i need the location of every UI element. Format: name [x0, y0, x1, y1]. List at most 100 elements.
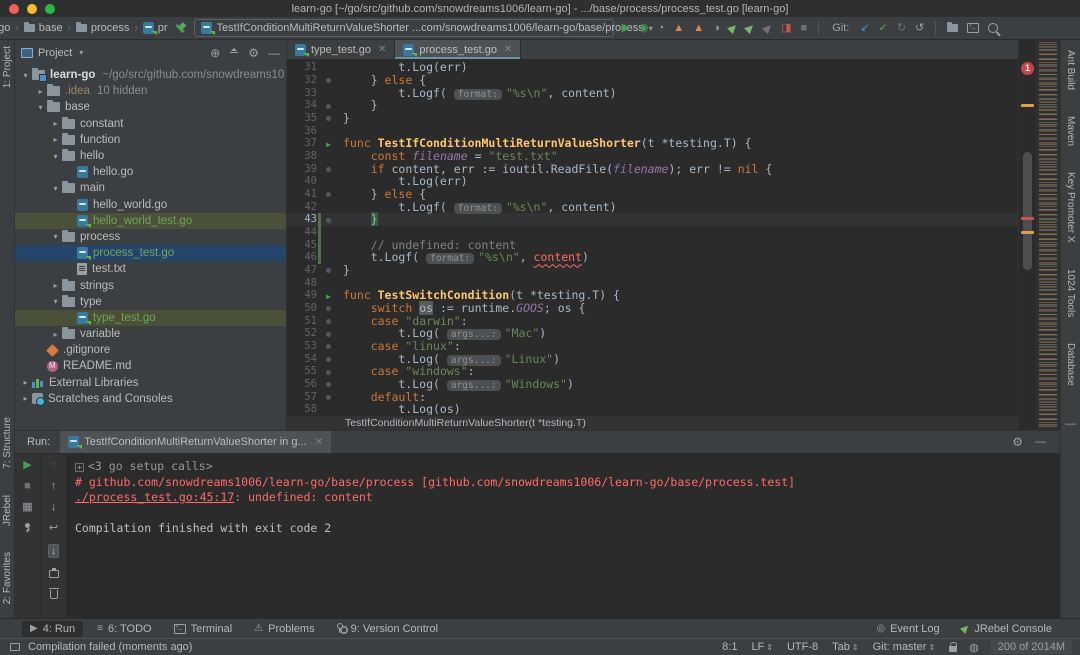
run-test-icon[interactable]: ▶: [326, 140, 331, 149]
filter-icon[interactable]: ◌: [50, 460, 57, 471]
toolwindow-toggle-icon[interactable]: [10, 643, 20, 651]
toolwindow-button-ant-build[interactable]: Ant Build: [1065, 50, 1076, 90]
tree-item[interactable]: ▾base: [15, 99, 286, 115]
breadcrumb-item[interactable]: learn-go: [0, 22, 10, 34]
project-view-selector[interactable]: Project ▾: [21, 47, 83, 59]
code-line[interactable]: 58 t.Log(os): [287, 403, 1018, 415]
jrebel-run-icon[interactable]: ▶: [726, 21, 740, 35]
chevron-down-icon[interactable]: ▾: [19, 71, 32, 80]
zoom-window-button[interactable]: [45, 4, 55, 14]
code-line[interactable]: 49▶func TestSwitchCondition(t *testing.T…: [287, 289, 1018, 302]
fold-marker-icon[interactable]: [326, 319, 331, 324]
tree-item[interactable]: ▸variable: [15, 326, 286, 342]
minimize-window-button[interactable]: [27, 4, 37, 14]
code-line[interactable]: 47}: [287, 264, 1018, 277]
run-test-icon[interactable]: ▶: [326, 292, 331, 301]
status-widget[interactable]: 8:1: [722, 641, 737, 653]
stop-icon[interactable]: ■: [801, 23, 808, 34]
hide-toolwindow-icon[interactable]: —: [268, 46, 280, 60]
tree-item[interactable]: type_test.go: [15, 310, 286, 326]
fold-marker-icon[interactable]: [326, 344, 331, 349]
alloc-profiler-icon[interactable]: ▲: [693, 23, 704, 34]
toolwindow-button-terminal[interactable]: Terminal: [166, 621, 241, 637]
toolwindow-button-key-promoter-x[interactable]: Key Promoter X: [1065, 172, 1076, 243]
code-line[interactable]: 45 // undefined: content: [287, 238, 1018, 251]
stop-icon[interactable]: ■: [24, 481, 31, 492]
run-icon[interactable]: ▶: [622, 23, 630, 34]
code-line[interactable]: 44: [287, 226, 1018, 239]
fold-icon[interactable]: +: [75, 463, 84, 472]
fold-marker-icon[interactable]: [326, 167, 331, 172]
code-line[interactable]: 46 t.Logf( format:"%s\n", content): [287, 251, 1018, 264]
code-editor[interactable]: 31 t.Log(err)32 } else {33 t.Logf( forma…: [287, 60, 1018, 415]
fold-marker-icon[interactable]: [326, 268, 331, 273]
error-stripe[interactable]: 1: [1018, 40, 1036, 430]
run-anything-icon[interactable]: [967, 23, 979, 33]
toolwindow-button-problems[interactable]: ⚠Problems: [246, 621, 322, 637]
chevron-right-icon[interactable]: ▸: [49, 330, 62, 339]
file-link[interactable]: ./process_test.go:45:17: [75, 490, 234, 504]
gear-icon[interactable]: ⚙: [1012, 435, 1023, 449]
chevron-down-icon[interactable]: ▾: [49, 184, 62, 193]
tree-item[interactable]: .gitignore: [15, 342, 286, 358]
code-line[interactable]: 43 }: [287, 213, 1018, 226]
tree-item[interactable]: process_test.go: [15, 245, 286, 261]
run-tab[interactable]: TestIfConditionMultiReturnValueShorter i…: [60, 431, 331, 453]
rerun-failed-icon[interactable]: ◨: [781, 23, 791, 34]
restore-layout-icon[interactable]: ▦: [22, 502, 32, 513]
editor-scrollbar[interactable]: [1023, 152, 1032, 270]
tree-item[interactable]: ▸.idea10 hidden: [15, 83, 286, 99]
close-window-button[interactable]: [9, 4, 19, 14]
pin-icon[interactable]: [23, 523, 32, 532]
toolwindow-button-4-run[interactable]: ▶4: Run: [22, 621, 83, 637]
code-line[interactable]: 37▶func TestIfConditionMultiReturnValueS…: [287, 137, 1018, 150]
code-line[interactable]: 54 t.Log( args...:"Linux"): [287, 352, 1018, 365]
stripe-mark[interactable]: [1021, 104, 1034, 107]
git-update-icon[interactable]: ↙: [860, 23, 869, 34]
down-stack-icon[interactable]: ↓: [51, 502, 57, 513]
code-line[interactable]: 33 t.Logf( format:"%s\n", content): [287, 86, 1018, 99]
toolwindow-button-jrebel-console[interactable]: ▶JRebel Console: [954, 621, 1060, 637]
code-line[interactable]: 32 } else {: [287, 74, 1018, 87]
fold-marker-icon[interactable]: [326, 218, 331, 223]
status-widget[interactable]: LF⇕: [751, 641, 773, 653]
breadcrumb-item[interactable]: process: [76, 22, 130, 34]
status-message[interactable]: Compilation failed (moments ago): [28, 641, 192, 653]
print-icon[interactable]: [49, 570, 59, 578]
toolwindow-button-7-structure[interactable]: 7: Structure: [2, 417, 13, 469]
code-line[interactable]: 52 t.Log( args...:"Mac"): [287, 327, 1018, 340]
editor-tab[interactable]: process_test.go✕: [395, 40, 521, 59]
fold-marker-icon[interactable]: [326, 306, 331, 311]
tree-item[interactable]: ▾main: [15, 180, 286, 196]
scroll-to-end-icon[interactable]: ↓: [48, 544, 60, 558]
close-icon[interactable]: ✕: [504, 44, 512, 55]
chevron-right-icon[interactable]: ▸: [49, 281, 62, 290]
jrebel-remote-icon[interactable]: ▶: [761, 21, 775, 35]
code-line[interactable]: 41 } else {: [287, 188, 1018, 201]
fold-marker-icon[interactable]: [326, 370, 331, 375]
code-minimap[interactable]: [1036, 40, 1060, 430]
fold-marker-icon[interactable]: [326, 332, 331, 337]
git-commit-icon[interactable]: ✓: [879, 23, 888, 34]
memory-indicator[interactable]: 200 of 2014M: [991, 640, 1072, 654]
chevron-right-icon[interactable]: ▸: [34, 87, 47, 96]
code-line[interactable]: 56 t.Log( args...:"Windows"): [287, 378, 1018, 391]
git-history-icon[interactable]: ↻: [897, 23, 906, 34]
code-line[interactable]: 53 case "linux":: [287, 340, 1018, 353]
jrebel-debug-icon[interactable]: ▶: [744, 21, 758, 35]
gear-icon[interactable]: ⚙: [248, 46, 259, 60]
code-line[interactable]: 34 }: [287, 99, 1018, 112]
hide-toolwindow-icon[interactable]: —: [1035, 436, 1046, 448]
tree-item[interactable]: ▸Scratches and Consoles: [15, 391, 286, 407]
chevron-down-icon[interactable]: ▾: [34, 103, 47, 112]
minimized-toolwindow-icon[interactable]: —: [1065, 418, 1076, 430]
tree-item[interactable]: ▸constant: [15, 116, 286, 132]
up-stack-icon[interactable]: ↑: [51, 481, 57, 492]
code-line[interactable]: 38 const filename = "test.txt": [287, 150, 1018, 163]
chevron-down-icon[interactable]: ▾: [49, 297, 62, 306]
rerun-icon[interactable]: ▶: [23, 460, 31, 471]
tree-item[interactable]: README.md: [15, 358, 286, 374]
chevron-right-icon[interactable]: ▸: [49, 135, 62, 144]
chevron-down-icon[interactable]: ▾: [49, 152, 62, 161]
chevron-right-icon[interactable]: ▸: [49, 119, 62, 128]
